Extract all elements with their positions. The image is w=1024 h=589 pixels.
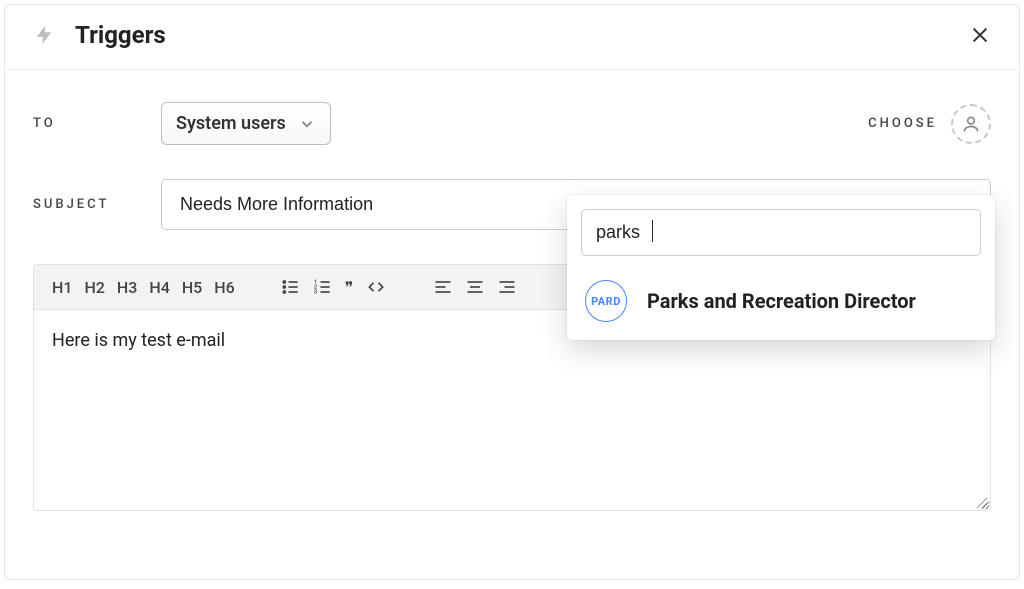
result-label: Parks and Recreation Director — [647, 289, 916, 313]
chevron-down-icon — [298, 115, 316, 133]
user-search-popover: PARD Parks and Recreation Director — [567, 195, 995, 340]
heading-2-button[interactable]: H2 — [80, 276, 108, 299]
triggers-panel: Triggers TO System users CHOOSE SUBJECT — [4, 4, 1020, 580]
to-dropdown[interactable]: System users — [161, 102, 331, 145]
numbered-list-button[interactable]: 123 — [309, 275, 337, 299]
to-dropdown-value: System users — [176, 113, 286, 134]
page-title: Triggers — [75, 21, 969, 49]
choose-block: CHOOSE — [868, 104, 991, 144]
bolt-icon — [33, 22, 55, 48]
heading-4-button[interactable]: H4 — [145, 276, 173, 299]
code-button[interactable] — [361, 275, 391, 299]
result-avatar-badge: PARD — [585, 280, 627, 322]
user-search-result[interactable]: PARD Parks and Recreation Director — [581, 278, 981, 324]
choose-user-button[interactable] — [951, 104, 991, 144]
user-search-input[interactable] — [581, 209, 981, 256]
subject-label: SUBJECT — [33, 197, 161, 212]
choose-label: CHOOSE — [868, 116, 937, 131]
heading-3-button[interactable]: H3 — [113, 276, 141, 299]
heading-6-button[interactable]: H6 — [210, 276, 238, 299]
panel-header: Triggers — [5, 5, 1019, 70]
align-center-button[interactable] — [461, 275, 489, 299]
align-left-button[interactable] — [429, 275, 457, 299]
heading-1-button[interactable]: H1 — [48, 276, 76, 299]
popover-search-wrap — [581, 209, 981, 256]
svg-text:3: 3 — [314, 290, 317, 296]
editor-body[interactable]: Here is my test e-mail — [34, 310, 990, 510]
bulleted-list-button[interactable] — [277, 275, 305, 299]
align-right-button[interactable] — [493, 275, 521, 299]
blockquote-button[interactable]: ❞ — [341, 276, 358, 299]
close-icon[interactable] — [969, 24, 991, 46]
to-row: TO System users CHOOSE — [33, 102, 991, 145]
to-label: TO — [33, 116, 161, 131]
heading-5-button[interactable]: H5 — [178, 276, 206, 299]
